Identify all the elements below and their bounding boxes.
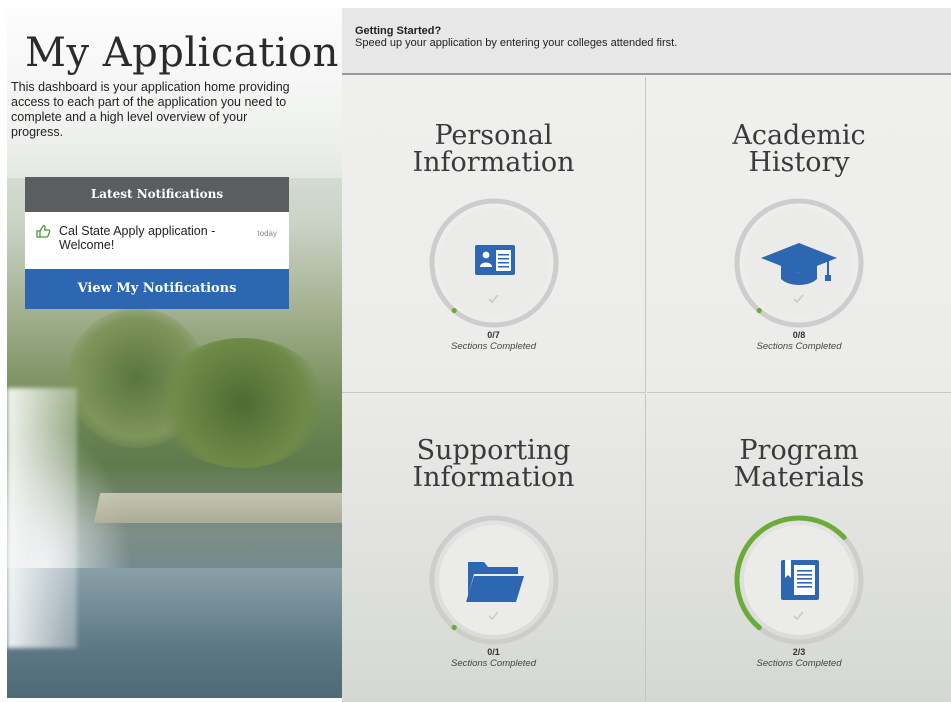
progress-caption: Sections Completed <box>756 341 842 352</box>
banner-text: Speed up your application by entering yo… <box>355 37 678 49</box>
banner-title: Getting Started? <box>355 25 442 37</box>
progress-ring <box>731 195 867 331</box>
progress-caption: Sections Completed <box>756 658 842 669</box>
progress-count: 0/7 <box>487 330 500 340</box>
background-path <box>93 493 342 523</box>
progress-count: 0/8 <box>792 330 806 340</box>
tile-title: Program Materials <box>733 435 865 493</box>
left-panel: My Application This dashboard is your ap… <box>7 8 342 698</box>
page-title: My Application <box>25 30 339 76</box>
progress-ring <box>731 512 867 648</box>
thumbs-up-icon <box>36 224 51 238</box>
tile-title: Personal Information <box>412 120 575 178</box>
view-notifications-button[interactable]: View My Notifications <box>25 269 289 309</box>
notifications-panel: Latest Notifications Cal State Apply app… <box>25 177 289 309</box>
tile-academic-history[interactable]: Academic History 0/8 Sections Completed <box>647 77 951 393</box>
dashboard-panel: Getting Started? Speed up your applicati… <box>342 8 951 702</box>
progress-ring <box>426 512 562 648</box>
tile-personal-information[interactable]: Personal Information 0/7 Sections Comple… <box>342 77 646 393</box>
folder-icon <box>466 562 524 602</box>
notification-item[interactable]: Cal State Apply application - Welcome! t… <box>25 212 289 269</box>
notification-time: today <box>257 229 277 238</box>
page-intro: This dashboard is your application home … <box>11 80 290 139</box>
getting-started-banner: Getting Started? Speed up your applicati… <box>342 8 951 75</box>
progress-count: 2/3 <box>792 647 806 657</box>
tile-supporting-information[interactable]: Supporting Information 0/1 Sections Compl… <box>342 394 646 702</box>
notifications-header: Latest Notifications <box>25 177 289 212</box>
book-icon <box>781 560 819 600</box>
notification-text: Cal State Apply application - Welcome! <box>59 224 216 252</box>
tile-title: Academic History <box>732 120 866 178</box>
progress-caption: Sections Completed <box>450 341 537 352</box>
progress-ring <box>426 195 562 331</box>
tile-title: Supporting Information <box>412 435 575 493</box>
progress-count: 0/1 <box>487 647 500 657</box>
progress-caption: Sections Completed <box>450 658 537 669</box>
background-fountain <box>7 388 77 648</box>
id-card-icon <box>475 245 515 275</box>
tile-program-materials[interactable]: Program Materials 2/3 Sections Completed <box>647 394 951 702</box>
background-tree <box>157 338 327 468</box>
